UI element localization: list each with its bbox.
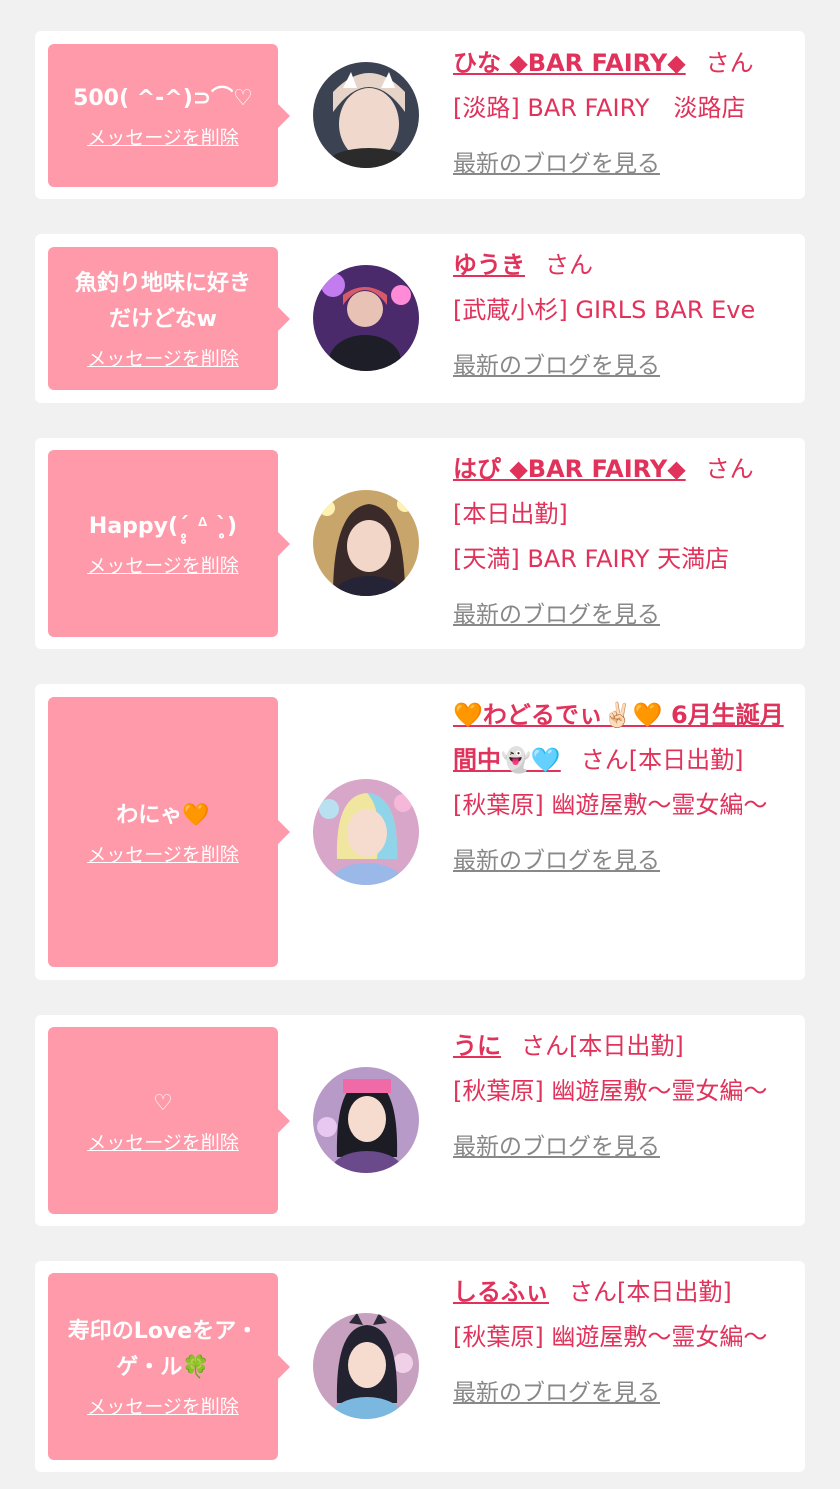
honorific: さん xyxy=(545,251,593,279)
avatar[interactable] xyxy=(313,490,419,596)
delete-message-link[interactable]: メッセージを削除 xyxy=(87,840,239,867)
avatar[interactable] xyxy=(313,1067,419,1173)
cast-name-link[interactable]: しるふぃ xyxy=(453,1278,549,1306)
store-label: [武蔵小杉] GIRLS BAR Eve xyxy=(453,296,756,324)
latest-blog-link[interactable]: 最新のブログを見る xyxy=(453,1371,660,1416)
cast-name-link[interactable]: ひな ◆BAR FAIRY◆ xyxy=(453,49,686,77)
cast-name-link[interactable]: うに xyxy=(453,1032,501,1060)
card-info: ゆうき さん [武蔵小杉] GIRLS BAR Eve 最新のブログを見る xyxy=(453,243,793,389)
card-info: ひな ◆BAR FAIRY◆ さん [淡路] BAR FAIRY 淡路店 最新のブ… xyxy=(453,41,793,187)
name-row: しるふぃ さん[本日出勤] xyxy=(453,1270,793,1315)
store-label: [秋葉原] 幽遊屋敷～霊女編～ xyxy=(453,1323,768,1351)
latest-blog-link[interactable]: 最新のブログを見る xyxy=(453,142,660,187)
message-card: わにゃ🧡 メッセージを削除 🧡わどるでぃ✌🏻🧡 6月生誕月間中👻🩵 さん[本日出勤… xyxy=(35,684,805,980)
status-label: [本日出勤] xyxy=(628,746,744,774)
card-info: うに さん[本日出勤] [秋葉原] 幽遊屋敷～霊女編～ 最新のブログを見る xyxy=(453,1024,793,1170)
message-text: 500( ^-^)⊃⌒♡ xyxy=(73,86,253,111)
delete-message-link[interactable]: メッセージを削除 xyxy=(87,1128,239,1155)
honorific: さん xyxy=(569,1278,617,1306)
status-label: [本日出勤] xyxy=(569,1032,684,1060)
message-card: ♡ メッセージを削除 うに さん[本日出勤] [秋葉原] 幽遊屋敷～霊女編～ 最新… xyxy=(35,1015,805,1226)
message-card: Happy(ˊ̥̥ ᐞ ˋ̥̥) メッセージを削除 はぴ ◆BAR FAIRY◆… xyxy=(35,438,805,649)
cast-name-link[interactable]: はぴ ◆BAR FAIRY◆ xyxy=(453,455,686,483)
message-bubble: ♡ メッセージを削除 xyxy=(48,1027,290,1214)
name-row: ゆうき さん xyxy=(453,243,793,288)
cast-name-link[interactable]: ゆうき xyxy=(453,251,525,279)
message-text: Happy(ˊ̥̥ ᐞ ˋ̥̥) xyxy=(88,514,238,539)
card-info: しるふぃ さん[本日出勤] [秋葉原] 幽遊屋敷～霊女編～ 最新のブログを見る xyxy=(453,1270,793,1416)
store-label: [秋葉原] 幽遊屋敷～霊女編～ xyxy=(453,791,768,819)
latest-blog-link[interactable]: 最新のブログを見る xyxy=(453,593,660,638)
honorific: さん xyxy=(521,1032,569,1060)
message-bubble: わにゃ🧡 メッセージを削除 xyxy=(48,697,290,967)
status-label: [本日出勤] xyxy=(617,1278,732,1306)
message-bubble: 寿印のLoveをア・ ゲ・ル🍀 メッセージを削除 xyxy=(48,1273,290,1460)
message-bubble: 500( ^-^)⊃⌒♡ メッセージを削除 xyxy=(48,44,290,187)
store-label: [淡路] BAR FAIRY 淡路店 xyxy=(453,94,746,122)
store-label: [天満] BAR FAIRY 天満店 xyxy=(453,545,730,573)
name-row: 🧡わどるでぃ✌🏻🧡 6月生誕月間中👻🩵 さん[本日出勤] xyxy=(453,693,793,783)
card-info: 🧡わどるでぃ✌🏻🧡 6月生誕月間中👻🩵 さん[本日出勤] [秋葉原] 幽遊屋敷～霊… xyxy=(453,693,793,884)
avatar[interactable] xyxy=(313,779,419,885)
message-card: 寿印のLoveをア・ ゲ・ル🍀 メッセージを削除 しるふぃ さん[本日出勤] [秋… xyxy=(35,1261,805,1472)
message-bubble: Happy(ˊ̥̥ ᐞ ˋ̥̥) メッセージを削除 xyxy=(48,450,290,637)
latest-blog-link[interactable]: 最新のブログを見る xyxy=(453,344,660,389)
name-row: うに さん[本日出勤] xyxy=(453,1024,793,1069)
honorific: さん xyxy=(705,455,754,483)
latest-blog-link[interactable]: 最新のブログを見る xyxy=(453,1125,660,1170)
message-text: ♡ xyxy=(153,1091,173,1116)
message-text: 寿印のLoveをア・ ゲ・ル🍀 xyxy=(67,1319,259,1380)
delete-message-link[interactable]: メッセージを削除 xyxy=(87,123,239,150)
message-bubble: 魚釣り地味に好き だけどなw メッセージを削除 xyxy=(48,247,290,390)
avatar[interactable] xyxy=(313,1313,419,1419)
avatar[interactable] xyxy=(313,265,419,371)
honorific: さん xyxy=(580,746,629,774)
message-card: 500( ^-^)⊃⌒♡ メッセージを削除 ひな ◆BAR FAIRY◆ さん [… xyxy=(35,31,805,199)
delete-message-link[interactable]: メッセージを削除 xyxy=(87,344,239,371)
message-text: 魚釣り地味に好き だけどなw xyxy=(74,271,251,332)
avatar[interactable] xyxy=(313,62,419,168)
name-row: ひな ◆BAR FAIRY◆ さん xyxy=(453,41,793,86)
status-label: [本日出勤] xyxy=(453,500,568,528)
latest-blog-link[interactable]: 最新のブログを見る xyxy=(453,839,660,884)
name-row: はぴ ◆BAR FAIRY◆ さん xyxy=(453,447,793,492)
delete-message-link[interactable]: メッセージを削除 xyxy=(87,1392,239,1419)
message-card: 魚釣り地味に好き だけどなw メッセージを削除 ゆうき さん [武蔵小杉] GIR… xyxy=(35,234,805,403)
delete-message-link[interactable]: メッセージを削除 xyxy=(87,551,239,578)
message-text: わにゃ🧡 xyxy=(116,802,210,828)
store-label: [秋葉原] 幽遊屋敷～霊女編～ xyxy=(453,1077,768,1105)
honorific: さん xyxy=(705,49,754,77)
card-info: はぴ ◆BAR FAIRY◆ さん [本日出勤] [天満] BAR FAIRY 天… xyxy=(453,447,793,638)
